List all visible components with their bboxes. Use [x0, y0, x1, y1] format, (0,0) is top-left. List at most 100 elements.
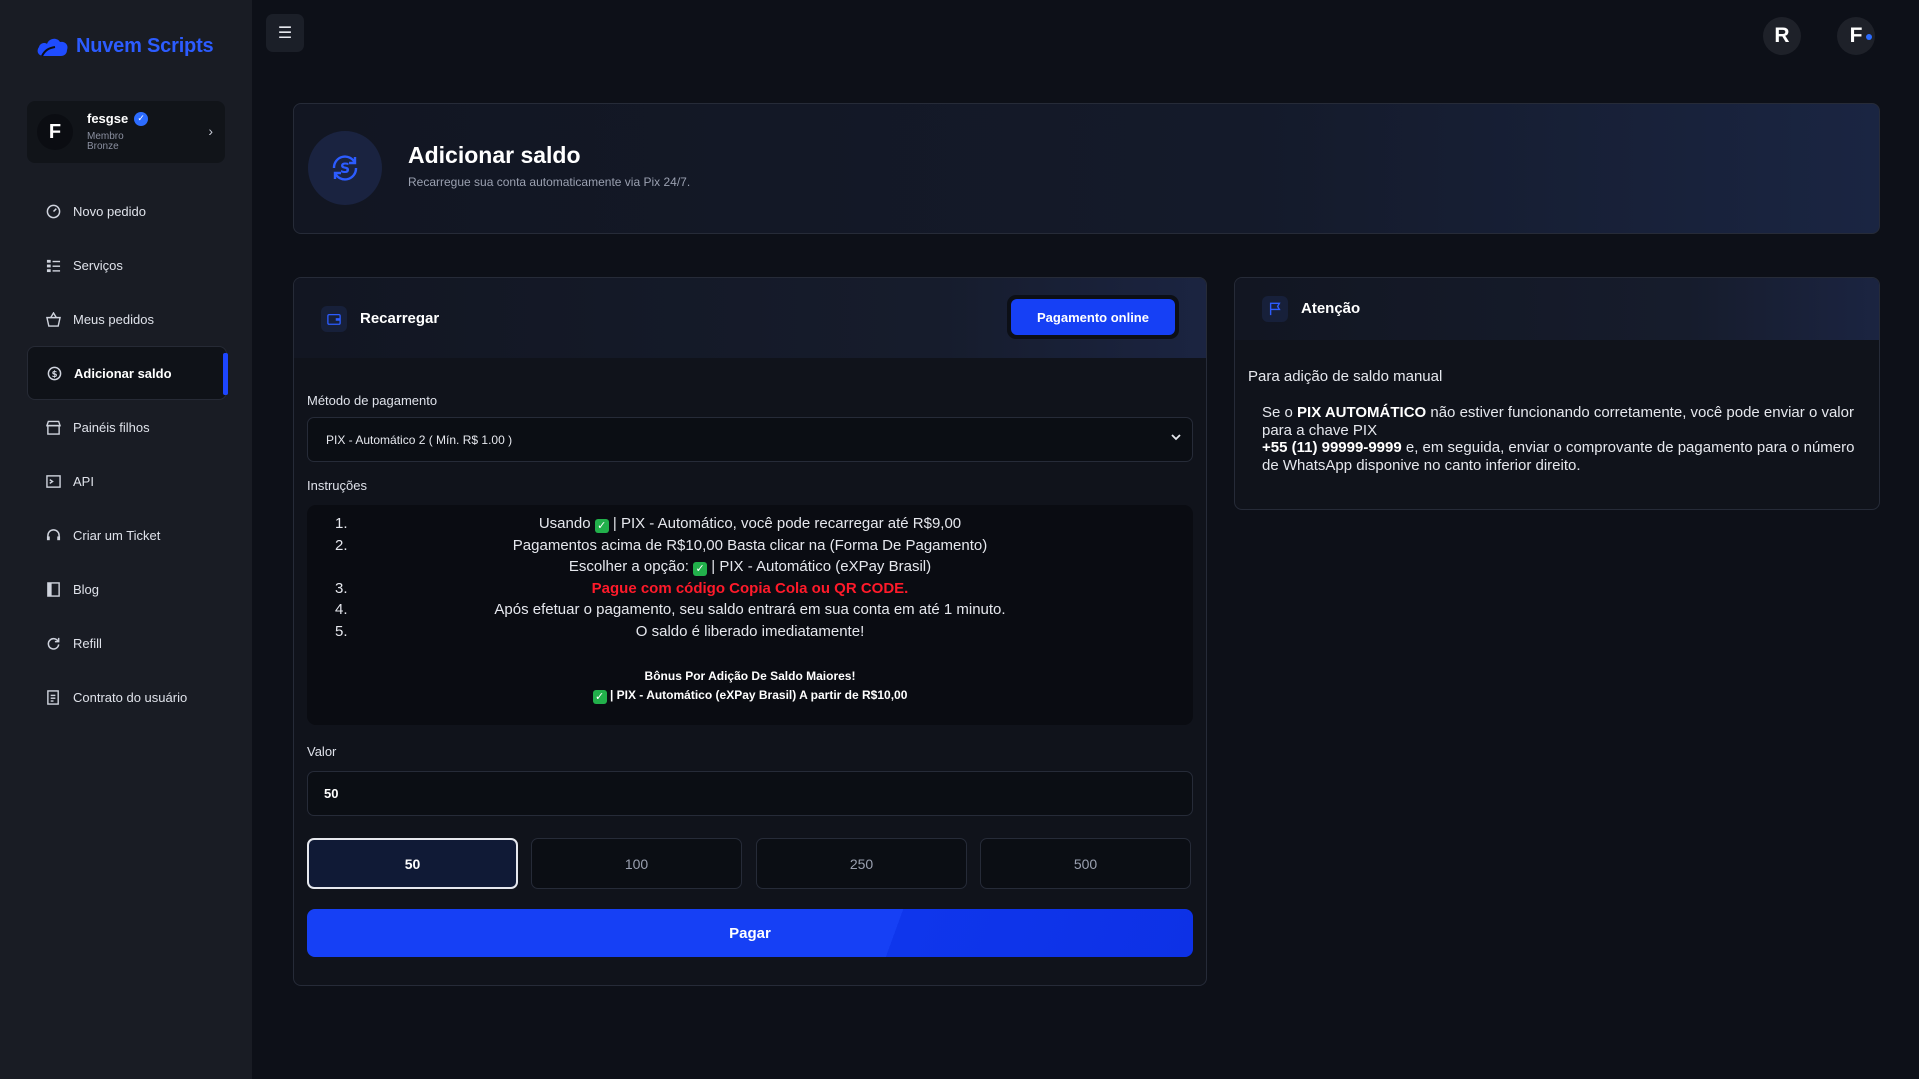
page-header: S Adicionar saldo Recarregue sua conta a… [293, 103, 1880, 234]
instruction-text: Após efetuar o pagamento, seu saldo entr… [494, 601, 1006, 619]
sidebar-item-criar-ticket[interactable]: Criar um Ticket [27, 508, 227, 562]
document-icon [45, 689, 61, 705]
attention-title: Atenção [1301, 300, 1361, 317]
amount-option-50[interactable]: 50 [307, 838, 518, 889]
list-icon [45, 257, 61, 273]
instruction-item: 3. Pague com código Copia Cola ou QR COD… [307, 580, 1193, 602]
value-input[interactable] [307, 771, 1193, 816]
instruction-prefix: Usando [538, 515, 591, 532]
attention-card-header: Atenção [1235, 278, 1879, 340]
instruction-item: 5. O saldo é liberado imediatamente! [307, 623, 1193, 645]
sidebar-item-meus-pedidos[interactable]: Meus pedidos [27, 292, 227, 346]
recharge-card: Recarregar Pagamento online Método de pa… [293, 277, 1207, 986]
sidebar-item-label: Novo pedido [73, 203, 146, 219]
instruction-number: 1. [335, 515, 348, 532]
sidebar-item-label: Refill [73, 635, 102, 651]
sidebar-item-paineis-filhos[interactable]: Painéis filhos [27, 400, 227, 454]
sidebar-item-novo-pedido[interactable]: Novo pedido [27, 184, 227, 238]
verified-icon: ✓ [134, 111, 149, 126]
hamburger-icon: ☰ [277, 25, 293, 42]
instruction-number: 2. [335, 536, 348, 554]
attention-body: Se o PIX AUTOMÁTICO não estiver funciona… [1262, 404, 1862, 474]
instruction-item: 1. Usando ✓ | PIX - Automático, você pod… [307, 515, 1193, 537]
instruction-text: | PIX - Automático, você pode recarregar… [612, 515, 962, 532]
user-name-row: fesgse ✓ [87, 111, 149, 126]
instruction-text: O saldo é liberado imediatamente! [635, 622, 865, 640]
user-rank: Membro Bronze [87, 130, 124, 152]
bonus-line: ✓ | PIX - Automático (eXPay Brasil) A pa… [307, 688, 1193, 704]
sidebar-item-label: API [73, 473, 94, 489]
sidebar-item-label: Painéis filhos [73, 419, 150, 435]
sidebar-item-label: Meus pedidos [73, 311, 154, 327]
user-avatar: F [37, 114, 73, 150]
coin-refresh-icon: S [308, 131, 382, 205]
amount-option-250[interactable]: 250 [756, 838, 967, 889]
brand-logo[interactable]: Nuvem Scripts [36, 34, 214, 58]
sidebar-item-label: Contrato do usuário [73, 689, 188, 705]
online-payment-button[interactable]: Pagamento online [1011, 299, 1175, 335]
instruction-number: 5. [335, 622, 348, 640]
recharge-card-title: Recarregar [360, 310, 440, 327]
svg-text:$: $ [51, 368, 57, 378]
sidebar-item-contrato[interactable]: Contrato do usuário [27, 670, 227, 724]
cloud-logo-icon [36, 34, 70, 58]
headset-icon [45, 527, 61, 543]
book-icon [45, 581, 61, 597]
sidebar-item-refill[interactable]: Refill [27, 616, 227, 670]
attention-intro: Para adição de saldo manual [1248, 368, 1443, 385]
chevron-right-icon[interactable]: › [208, 123, 213, 139]
checkmark-icon: ✓ [693, 562, 708, 577]
basket-icon [45, 311, 61, 327]
top-avatar-f-initial: F [1849, 24, 1863, 47]
pay-button[interactable]: Pagar [307, 909, 1193, 957]
coin-icon: $ [46, 365, 62, 381]
sidebar-item-adicionar-saldo[interactable]: $ Adicionar saldo [27, 346, 228, 400]
refresh-icon [45, 635, 61, 651]
top-avatar-r[interactable]: R [1763, 17, 1801, 55]
sidebar-item-label: Criar um Ticket [73, 527, 161, 543]
chevron-down-icon [1170, 431, 1182, 446]
sidebar: Nuvem Scripts F fesgse ✓ Membro Bronze ›… [0, 0, 252, 1079]
attention-card: Atenção Para adição de saldo manual Se o… [1234, 277, 1880, 510]
instruction-number: 4. [335, 601, 348, 619]
page-title: Adicionar saldo [408, 142, 581, 168]
page-subtitle: Recarregue sua conta automaticamente via… [408, 175, 691, 189]
instruction-number: 3. [335, 579, 348, 597]
checkmark-icon: ✓ [594, 519, 609, 533]
instruction-item: 4. Após efetuar o pagamento, seu saldo e… [307, 601, 1193, 623]
bonus-title: Bônus Por Adição De Saldo Maiores! [644, 669, 856, 683]
amount-option-500[interactable]: 500 [980, 838, 1191, 889]
user-info: fesgse ✓ Membro Bronze [87, 111, 149, 153]
attention-p1-pre: Se o [1262, 404, 1293, 421]
recharge-card-header: Recarregar Pagamento online [294, 278, 1206, 358]
brand-name: Nuvem Scripts [76, 34, 214, 57]
sidebar-item-blog[interactable]: Blog [27, 562, 227, 616]
payment-method-label: Método de pagamento [307, 393, 438, 408]
sidebar-item-servicos[interactable]: Serviços [27, 238, 227, 292]
checkmark-icon: ✓ [592, 690, 607, 704]
payment-method-value: PIX - Automático 2 ( Mín. R$ 1.00 ) [326, 432, 513, 447]
instruction-prefix: Escolher a opção: [568, 558, 689, 576]
sidebar-item-label: Serviços [73, 257, 123, 273]
value-label: Valor [307, 744, 337, 759]
instructions-label: Instruções [307, 478, 367, 493]
top-avatar-f[interactable]: F [1837, 17, 1875, 55]
menu-toggle-button[interactable]: ☰ [266, 14, 304, 52]
sidebar-item-label: Blog [73, 581, 100, 597]
instruction-text: Pague com código Copia Cola ou QR CODE. [591, 579, 909, 597]
sidebar-item-api[interactable]: API [27, 454, 227, 508]
instruction-item: Escolher a opção: ✓ | PIX - Automático (… [307, 558, 1193, 580]
instruction-item: 2. Pagamentos acima de R$10,00 Basta cli… [307, 537, 1193, 559]
amount-option-100[interactable]: 100 [531, 838, 742, 889]
flag-icon [1262, 296, 1288, 322]
user-card[interactable]: F fesgse ✓ Membro Bronze › [27, 101, 225, 163]
instructions-list: 1. Usando ✓ | PIX - Automático, você pod… [307, 515, 1193, 645]
online-status-icon [1866, 34, 1872, 40]
svg-text:S: S [340, 161, 350, 177]
user-name: fesgse [87, 111, 129, 126]
terminal-icon [45, 473, 61, 489]
payment-method-select[interactable]: PIX - Automático 2 ( Mín. R$ 1.00 ) [307, 417, 1193, 462]
attention-p1-bold: PIX AUTOMÁTICO [1297, 404, 1427, 421]
instruction-text: | PIX - Automático (eXPay Brasil) [711, 558, 932, 576]
pix-phone: +55 (11) 99999-9999 [1262, 439, 1402, 456]
